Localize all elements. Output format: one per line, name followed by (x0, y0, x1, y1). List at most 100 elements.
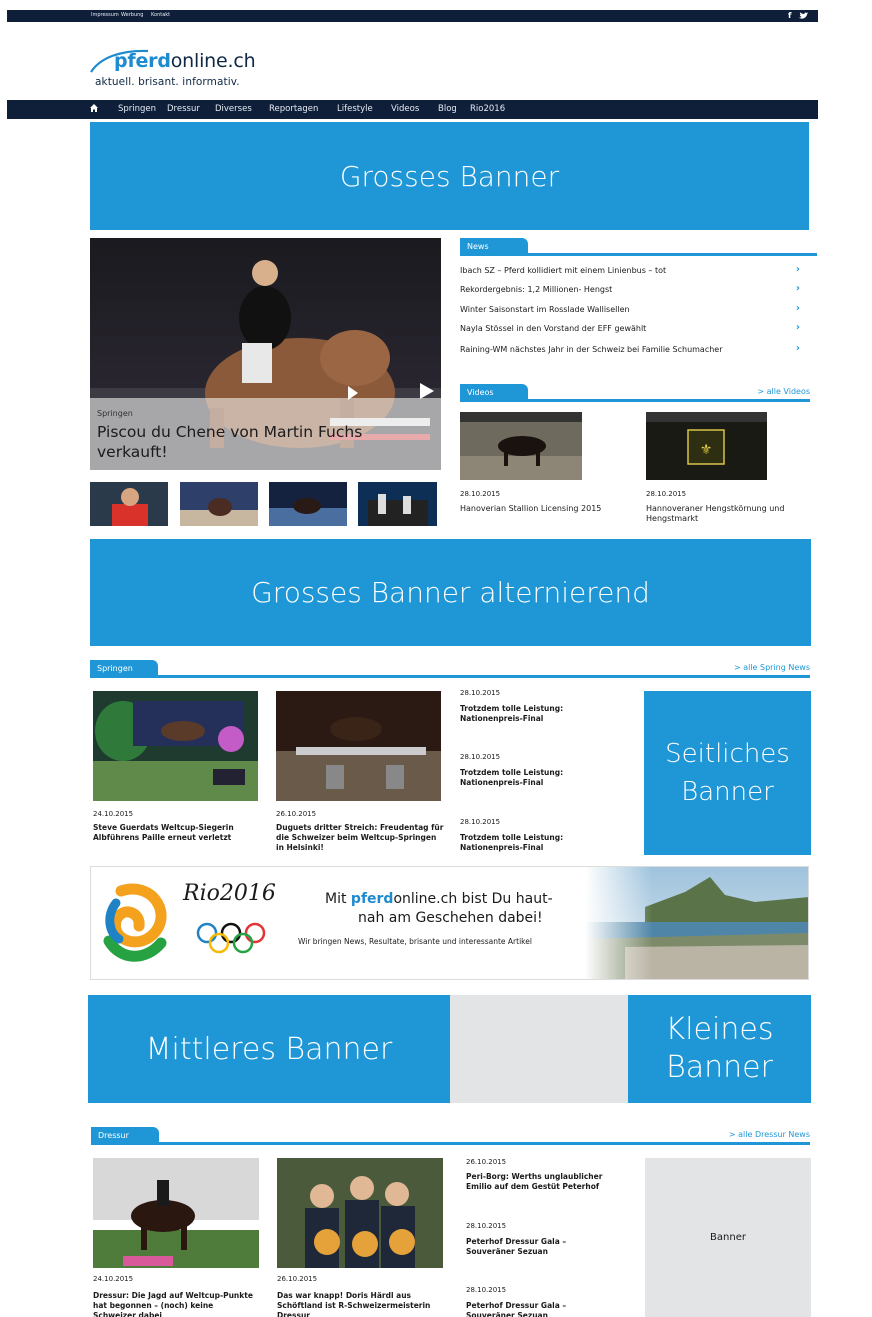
springen-title: Springen (90, 660, 158, 676)
dressur-side-banner[interactable]: Banner (645, 1158, 811, 1317)
dressur-list-title[interactable]: Peterhof Dressur Gala – Souveräner Sezua… (466, 1301, 596, 1317)
nav-item-reportagen[interactable]: Reportagen (269, 104, 318, 114)
springen-list-date: 28.10.2015 (460, 818, 501, 826)
dressur-list-title[interactable]: Peri-Borg: Werths unglaublicher Emilio a… (466, 1172, 626, 1192)
all-dressur-news-link[interactable]: > alle Dressur News (729, 1130, 810, 1139)
nav-item-lifestyle[interactable]: Lifestyle (337, 104, 373, 114)
twitter-icon[interactable] (799, 11, 808, 21)
springen-card-title[interactable]: Steve Guerdats Weltcup-Siegerin Albführe… (93, 823, 263, 843)
springen-list-date: 28.10.2015 (460, 753, 501, 761)
news-item-title[interactable]: Raining-WM nächstes Jahr in der Schweiz … (460, 345, 723, 354)
videos-header-line (460, 399, 810, 402)
nav-item-diverses[interactable]: Diverses (215, 104, 252, 114)
hero-thumbnail-4[interactable] (358, 482, 437, 526)
chevron-right-icon: › (795, 322, 800, 333)
middle-banner[interactable]: Mittleres Banner (88, 995, 450, 1103)
dressur-card-date: 26.10.2015 (277, 1275, 318, 1283)
hero-title[interactable]: Piscou du Chene von Martin Fuchs verkauf… (97, 422, 417, 462)
springen-list-title[interactable]: Trotzdem tolle Leistung: Nationenpreis-F… (460, 768, 590, 788)
home-icon[interactable] (89, 103, 99, 113)
video-thumbnail-1[interactable] (460, 412, 582, 480)
springen-card-image-2[interactable] (276, 691, 441, 801)
all-spring-news-link[interactable]: > alle Spring News (734, 663, 810, 672)
nav-item-rio2016[interactable]: Rio2016 (470, 104, 505, 114)
top-banner[interactable]: Grosses Banner (90, 122, 809, 230)
news-item-title[interactable]: Rekordergebnis: 1,2 Millionen- Hengst (460, 285, 612, 294)
hero-thumbnail-1[interactable] (90, 482, 168, 526)
topbar-link-werbung[interactable]: Werbung (121, 12, 143, 18)
chevron-right-icon: › (795, 283, 800, 294)
logo-tagline: aktuell. brisant. informativ. (95, 76, 240, 88)
news-item-title[interactable]: Ibach SZ – Pferd kollidiert mit einem Li… (460, 266, 666, 275)
facebook-icon[interactable]: f (788, 11, 791, 20)
video-date: 28.10.2015 (646, 490, 687, 498)
dressur-card-title[interactable]: Dressur: Die Jagd auf Weltcup-Punkte hat… (93, 1291, 258, 1317)
news-title: News (460, 238, 528, 254)
springen-card-title[interactable]: Duguets dritter Streich: Freudentag für … (276, 823, 444, 853)
dressur-card-image-2[interactable] (277, 1158, 443, 1268)
chevron-right-icon: › (795, 264, 800, 275)
rio-city-photo (585, 867, 808, 979)
dressur-title: Dressur (91, 1127, 159, 1143)
chevron-right-icon: › (795, 343, 800, 354)
banner-spacer (450, 995, 628, 1103)
nav-item-videos[interactable]: Videos (391, 104, 419, 114)
hero-category: Springen (97, 409, 133, 418)
dressur-list-title[interactable]: Peterhof Dressur Gala – Souveräner Sezua… (466, 1237, 596, 1257)
rio-ad-line2: nah am Geschehen dabei! (358, 910, 543, 926)
news-item[interactable]: Winter Saisonstart im Rosslade Wallisell… (460, 301, 810, 321)
nav-item-dressur[interactable]: Dressur (167, 104, 200, 114)
springen-header: Springen > alle Spring News (90, 660, 810, 678)
dressur-header-line (91, 1142, 810, 1145)
dressur-card-image-1[interactable] (93, 1158, 259, 1268)
news-item-title[interactable]: Nayla Stössel in den Vorstand der EFF ge… (460, 324, 646, 333)
news-item[interactable]: Rekordergebnis: 1,2 Millionen- Hengst › (460, 281, 810, 301)
news-item-title[interactable]: Winter Saisonstart im Rosslade Wallisell… (460, 305, 630, 314)
dressur-card-date: 24.10.2015 (93, 1275, 134, 1283)
springen-list-title[interactable]: Trotzdem tolle Leistung: Nationenpreis-F… (460, 704, 590, 724)
rio-ad-line1: Mit pferdonline.ch bist Du haut- (325, 891, 553, 907)
svg-text:⚜: ⚜ (700, 442, 713, 458)
springen-card-date: 26.10.2015 (276, 810, 317, 818)
news-item[interactable]: Nayla Stössel in den Vorstand der EFF ge… (460, 320, 810, 340)
side-banner[interactable]: Seitliches Banner (644, 691, 811, 855)
site-logo[interactable]: pferdonline.ch aktuell. brisant. informa… (90, 48, 310, 92)
alternating-banner[interactable]: Grosses Banner alternierend (90, 539, 811, 646)
all-videos-link[interactable]: > alle Videos (757, 387, 810, 396)
news-header: News (460, 238, 817, 256)
news-item[interactable]: Ibach SZ – Pferd kollidiert mit einem Li… (460, 262, 810, 282)
rio-ad-line3: Wir bringen News, Resultate, brisante un… (298, 937, 532, 946)
dressur-card-title[interactable]: Das war knapp! Doris Härdl aus Schöftlan… (277, 1291, 442, 1317)
nav-item-blog[interactable]: Blog (438, 104, 457, 114)
chevron-right-icon: › (795, 303, 800, 314)
topbar-link-kontakt[interactable]: Kontakt (151, 12, 170, 18)
dressur-list-date: 28.10.2015 (466, 1222, 507, 1230)
small-banner[interactable]: Kleines Banner (628, 995, 811, 1103)
rio2016-ad[interactable]: Rio2016 Mit pferdonline.ch bist Du haut-… (90, 866, 809, 980)
hero-caption[interactable]: Springen Piscou du Chene von Martin Fuch… (90, 398, 441, 470)
logo-wordmark: pferdonline.ch (114, 50, 256, 72)
main-nav: Springen Dressur Diverses Reportagen Lif… (7, 100, 818, 119)
video-title[interactable]: Hanoverian Stallion Licensing 2015 (460, 504, 625, 514)
rio-logo-text: Rio2016 (183, 881, 276, 906)
hero-thumbnail-3[interactable] (269, 482, 347, 526)
hero-thumbnail-2[interactable] (180, 482, 258, 526)
dressur-header: Dressur > alle Dressur News (91, 1127, 810, 1145)
springen-list-title[interactable]: Trotzdem tolle Leistung: Nationenpreis-F… (460, 833, 590, 853)
videos-header: Videos > alle Videos (460, 384, 810, 402)
top-bar: Impressum Werbung Kontakt f (7, 10, 818, 22)
nav-item-springen[interactable]: Springen (118, 104, 156, 114)
rio-mascot-logo-icon (103, 883, 167, 962)
videos-title: Videos (460, 384, 528, 400)
news-item[interactable]: Raining-WM nächstes Jahr in der Schweiz … (460, 341, 810, 361)
video-date: 28.10.2015 (460, 490, 501, 498)
springen-card-image-1[interactable] (93, 691, 258, 801)
dressur-list-date: 28.10.2015 (466, 1286, 507, 1294)
springen-header-line (90, 675, 810, 678)
springen-card-date: 24.10.2015 (93, 810, 134, 818)
video-title[interactable]: Hannoveraner Hengstkörnung und Hengstmar… (646, 504, 811, 524)
springen-list-date: 28.10.2015 (460, 689, 501, 697)
dressur-list-date: 26.10.2015 (466, 1158, 507, 1166)
topbar-link-impressum[interactable]: Impressum (91, 12, 119, 18)
video-thumbnail-2[interactable]: ⚜ (646, 412, 767, 480)
